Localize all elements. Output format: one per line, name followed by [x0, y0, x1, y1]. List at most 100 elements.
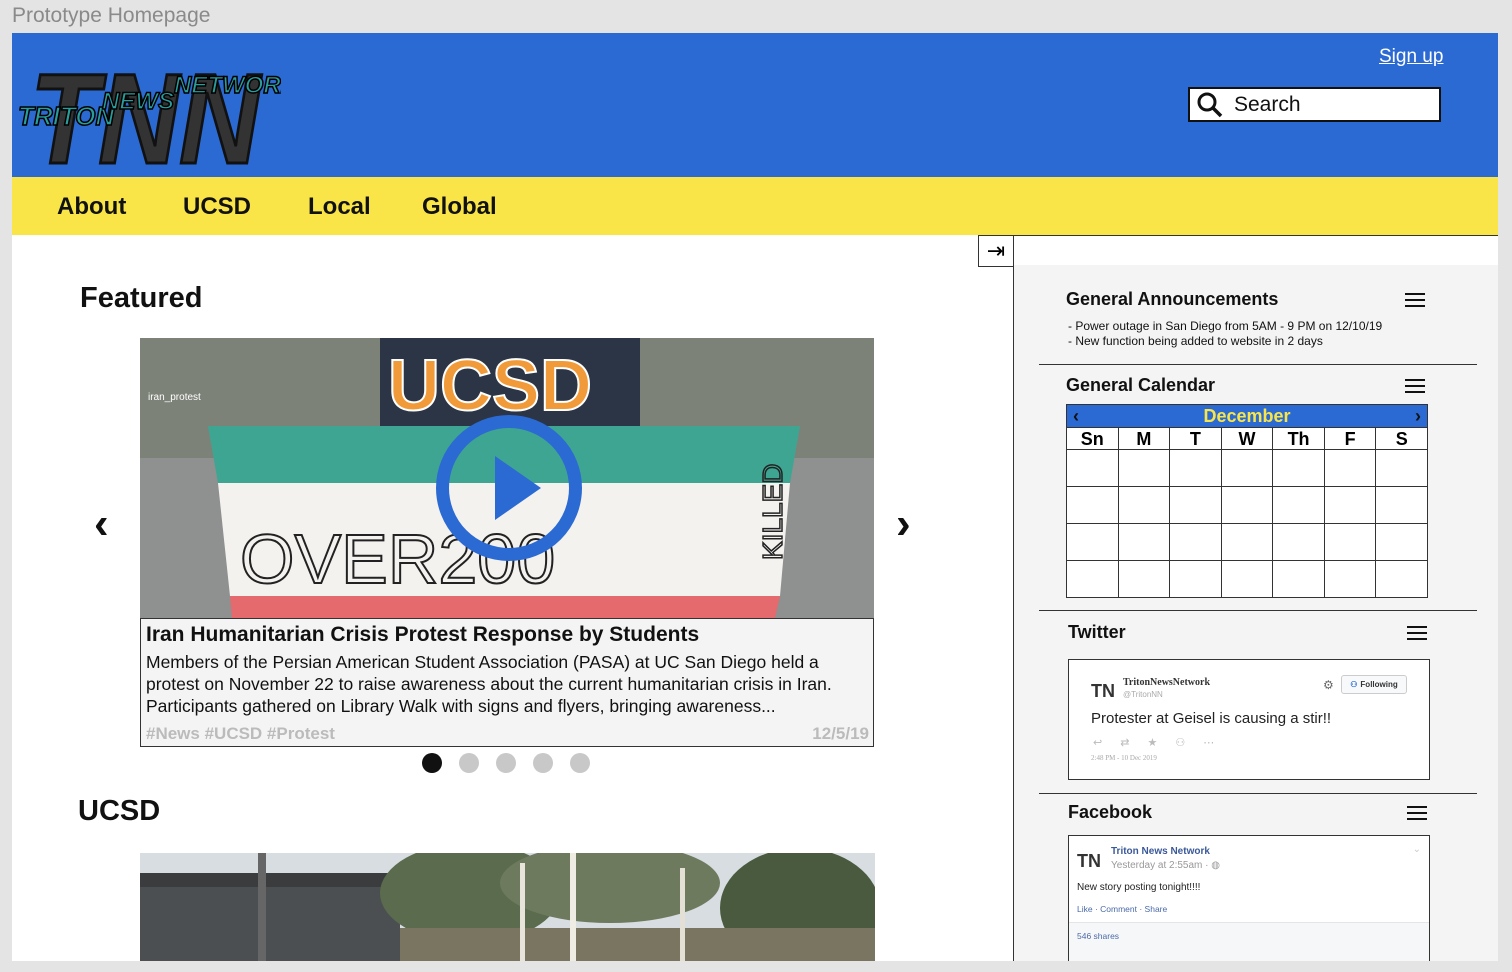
- favorite-icon[interactable]: ★: [1147, 737, 1175, 749]
- tnn-small-logo-icon: TNN: [1091, 678, 1128, 701]
- tnn-logo[interactable]: TNN TRITON NEWS NETWORK: [16, 39, 300, 193]
- article-tags[interactable]: #News #UCSD #Protest: [146, 724, 335, 744]
- fb-post-time-label: Yesterday at 2:55am ·: [1111, 860, 1212, 871]
- reply-icon[interactable]: ↩: [1093, 737, 1120, 749]
- facebook-embed[interactable]: TNN Triton News Network Yesterday at 2:5…: [1068, 835, 1430, 961]
- follow-icon[interactable]: ⚇: [1175, 737, 1203, 749]
- article-title[interactable]: Iran Humanitarian Crisis Protest Respons…: [146, 623, 868, 647]
- search-icon: [1197, 92, 1223, 117]
- collapse-sidebar-icon[interactable]: ⇥: [978, 235, 1014, 267]
- calendar-cell[interactable]: [1118, 450, 1171, 487]
- calendar-menu-icon[interactable]: [1405, 379, 1425, 395]
- twitter-embed[interactable]: TNN TritonNewsNetwork @TritonNN ⚙ ⚇Follo…: [1068, 659, 1430, 780]
- calendar-cell[interactable]: [1324, 450, 1377, 487]
- calendar-cell[interactable]: [1170, 487, 1222, 524]
- tweet-time: 2:48 PM - 10 Dec 2019: [1091, 754, 1157, 762]
- fb-shares[interactable]: 546 shares: [1077, 931, 1119, 941]
- calendar-cell[interactable]: [1221, 524, 1274, 561]
- calendar-next-icon[interactable]: ›: [1415, 406, 1421, 427]
- search-input[interactable]: [1234, 92, 1424, 117]
- calendar-cell[interactable]: [1324, 561, 1377, 598]
- calendar-cell[interactable]: [1376, 450, 1428, 487]
- following-label: Following: [1360, 680, 1398, 689]
- calendar-cell[interactable]: [1376, 561, 1428, 598]
- fb-post-time: Yesterday at 2:55am · ◍: [1111, 860, 1220, 871]
- article-excerpt: Members of the Persian American Student …: [146, 652, 832, 716]
- site-header: TNN TRITON NEWS NETWORK Sign up: [12, 33, 1498, 193]
- nav-item-local[interactable]: Local: [308, 193, 371, 221]
- calendar-cell[interactable]: [1273, 561, 1325, 598]
- svg-text:TNN: TNN: [1091, 681, 1115, 700]
- calendar-cell[interactable]: [1170, 524, 1222, 561]
- nav-item-about[interactable]: About: [57, 193, 126, 221]
- facebook-menu-icon[interactable]: [1407, 806, 1427, 822]
- announcement-item: - Power outage in San Diego from 5AM - 9…: [1068, 319, 1383, 333]
- sidebar-divider: [1039, 610, 1477, 611]
- featured-caption[interactable]: Iran Humanitarian Crisis Protest Respons…: [140, 618, 874, 747]
- calendar-cell[interactable]: [1118, 561, 1171, 598]
- image-sign-side-text: KILLED: [757, 464, 788, 561]
- fb-footer: 546 shares: [1069, 922, 1429, 961]
- calendar-widget: ‹ December › Sn M T W Th F S: [1066, 404, 1428, 598]
- calendar-cell[interactable]: [1067, 450, 1119, 487]
- tweet-account-name[interactable]: TritonNewsNetwork: [1123, 677, 1210, 688]
- carousel-dot-1[interactable]: [422, 753, 442, 773]
- featured-heading: Featured: [80, 282, 203, 314]
- calendar-cell[interactable]: [1118, 524, 1171, 561]
- carousel-prev-icon[interactable]: ‹: [94, 499, 109, 549]
- calendar-cell[interactable]: [1376, 524, 1428, 561]
- calendar-cell[interactable]: [1376, 487, 1428, 524]
- article-date: 12/5/19: [812, 724, 869, 743]
- calendar-day-header: Sn: [1067, 428, 1119, 450]
- calendar-cell[interactable]: [1273, 487, 1325, 524]
- fb-account-name[interactable]: Triton News Network: [1111, 846, 1210, 857]
- calendar-cell[interactable]: [1221, 487, 1274, 524]
- announcements-menu-icon[interactable]: [1405, 293, 1425, 309]
- search-box[interactable]: [1188, 87, 1441, 122]
- play-video-button[interactable]: [436, 415, 582, 561]
- sidebar-top-border: [978, 235, 1498, 236]
- calendar-day-header: S: [1376, 428, 1428, 450]
- nav-item-ucsd[interactable]: UCSD: [183, 193, 251, 221]
- calendar-cell[interactable]: [1324, 524, 1377, 561]
- calendar-prev-icon[interactable]: ‹: [1073, 406, 1079, 427]
- announcements-title: General Announcements: [1066, 289, 1279, 309]
- calendar-cell[interactable]: [1067, 561, 1119, 598]
- globe-icon: ◍: [1211, 860, 1220, 871]
- tweet-text: Protester at Geisel is causing a stir!!: [1091, 710, 1332, 727]
- tweet-actions: ↩⇄★⚇⋯: [1093, 736, 1232, 749]
- calendar-cell[interactable]: [1067, 487, 1119, 524]
- following-button[interactable]: ⚇ Following: [1341, 675, 1407, 694]
- logo-word-2: NEWS: [102, 88, 174, 115]
- carousel-dot-5[interactable]: [570, 753, 590, 773]
- svg-text:TNN: TNN: [1077, 851, 1101, 870]
- fb-actions[interactable]: Like · Comment · Share: [1077, 904, 1167, 914]
- calendar-cell[interactable]: [1170, 450, 1222, 487]
- gear-icon[interactable]: ⚙: [1323, 678, 1334, 692]
- ucsd-article-image[interactable]: [140, 853, 875, 961]
- carousel-dot-3[interactable]: [496, 753, 516, 773]
- carousel-next-icon[interactable]: ›: [896, 499, 911, 549]
- page-frame: TNN TRITON NEWS NETWORK Sign up About UC…: [12, 33, 1498, 961]
- calendar-cell[interactable]: [1273, 524, 1325, 561]
- calendar-cell[interactable]: [1273, 450, 1325, 487]
- calendar-cell[interactable]: [1221, 450, 1274, 487]
- calendar-cell[interactable]: [1067, 524, 1119, 561]
- tnn-small-logo-icon: TNN: [1077, 848, 1114, 871]
- twitter-title: Twitter: [1068, 622, 1126, 642]
- signup-link[interactable]: Sign up: [1379, 46, 1443, 68]
- more-icon[interactable]: ⋯: [1203, 737, 1232, 749]
- carousel-dot-2[interactable]: [459, 753, 479, 773]
- calendar-header: ‹ December ›: [1066, 404, 1428, 428]
- calendar-cell[interactable]: [1118, 487, 1171, 524]
- nav-item-global[interactable]: Global: [422, 193, 497, 221]
- chevron-down-icon[interactable]: ⌄: [1413, 844, 1421, 855]
- calendar-cell[interactable]: [1221, 561, 1274, 598]
- calendar-cell[interactable]: [1324, 487, 1377, 524]
- carousel-dot-4[interactable]: [533, 753, 553, 773]
- twitter-menu-icon[interactable]: [1407, 626, 1427, 642]
- follow-user-icon: ⚇: [1350, 680, 1358, 689]
- logo-word-1: TRITON: [18, 101, 116, 131]
- calendar-cell[interactable]: [1170, 561, 1222, 598]
- retweet-icon[interactable]: ⇄: [1120, 737, 1147, 749]
